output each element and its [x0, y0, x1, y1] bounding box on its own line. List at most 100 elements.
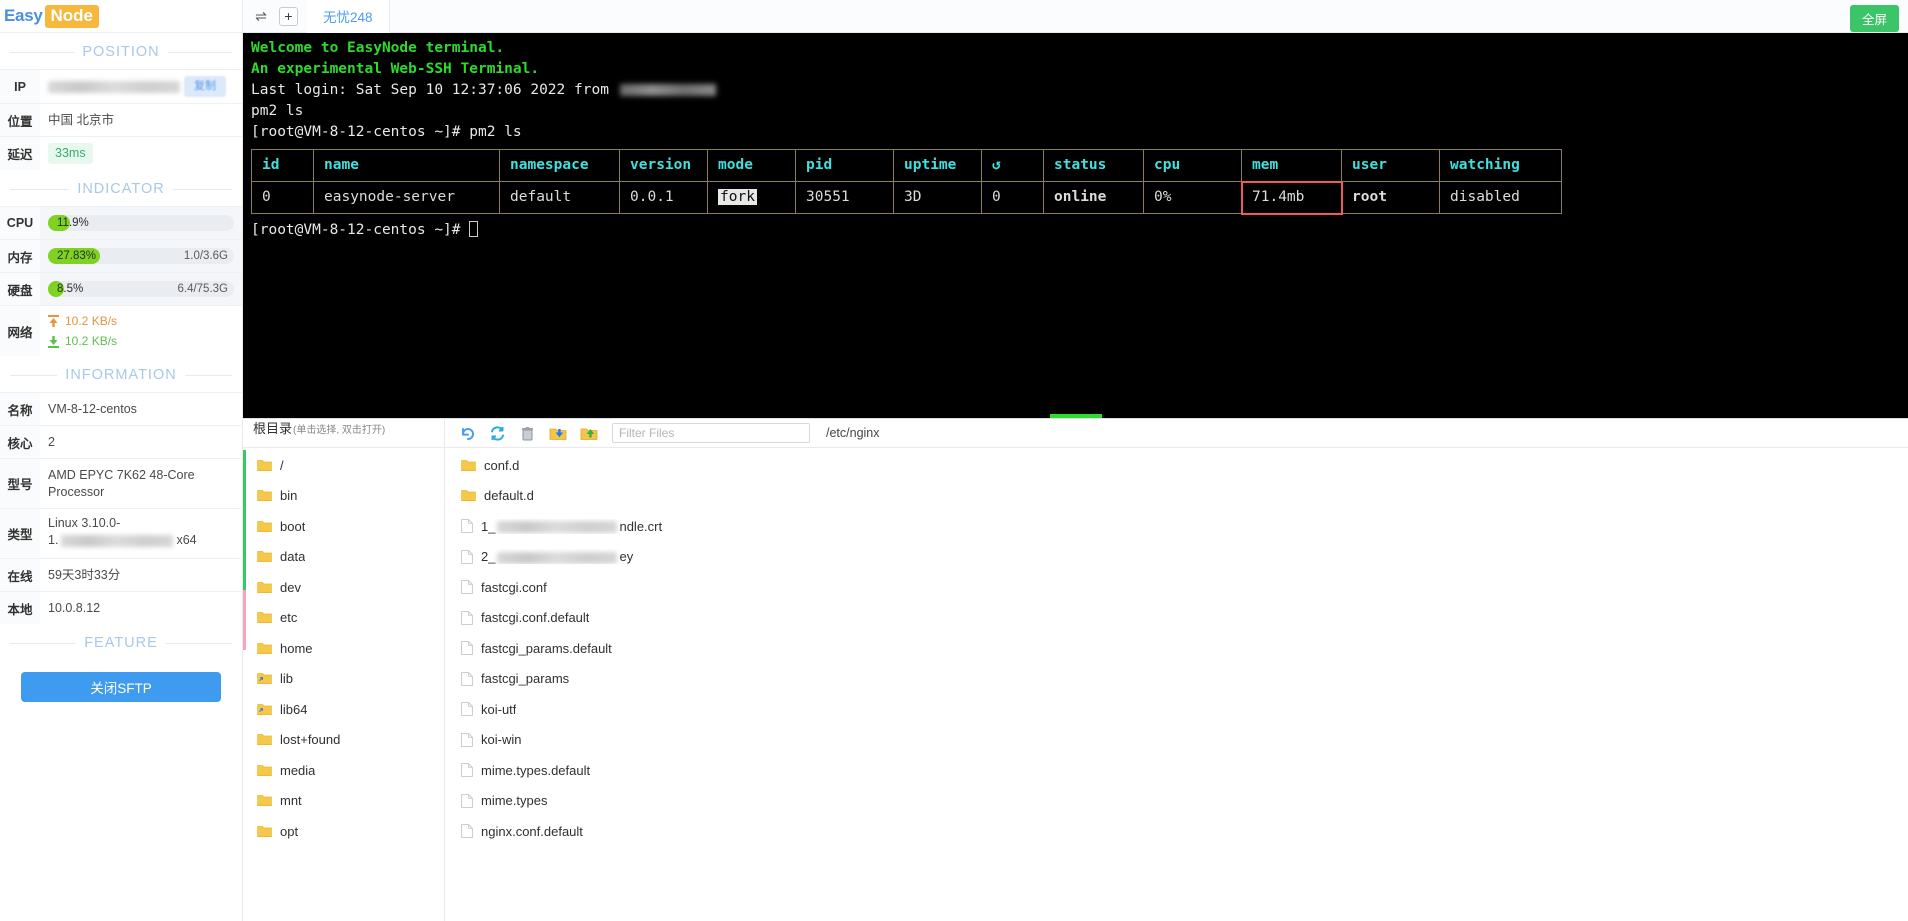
add-tab-button[interactable]: +: [279, 6, 298, 26]
terminal-output[interactable]: Welcome to EasyNode terminal. An experim…: [243, 33, 1908, 418]
file-list[interactable]: conf.d default.d 1_ ndle.crt 2_ ey fastcgi.con…: [445, 448, 1908, 921]
redacted-ip: [48, 80, 180, 93]
file-list-item[interactable]: 2_ ey: [445, 542, 1908, 573]
pm2-cell-namespace: default: [499, 181, 620, 214]
row-value: 中国 北京市: [48, 112, 114, 127]
file-list-item[interactable]: default.d: [445, 481, 1908, 512]
dirtree-item[interactable]: boot: [243, 511, 444, 542]
dirtree-item[interactable]: lost+found: [243, 725, 444, 756]
dirtree-item[interactable]: mnt: [243, 786, 444, 817]
directory-tree[interactable]: / bin boot data dev etc home lib lib64 lost+found…: [243, 448, 445, 921]
dirtree-item[interactable]: dev: [243, 572, 444, 603]
tab-wuyou248[interactable]: 无忧248: [307, 0, 390, 33]
section-label: FEATURE: [84, 635, 158, 651]
entry-label: dev: [280, 579, 301, 595]
entry-label: fastcgi_params.default: [481, 640, 612, 656]
divider-line: [172, 188, 233, 190]
file-list-item[interactable]: koi-win: [445, 725, 1908, 756]
entry-label: data: [280, 549, 306, 565]
dirtree-item[interactable]: media: [243, 755, 444, 786]
row-value: 复制: [40, 70, 242, 103]
file-list-item[interactable]: fastcgi.conf.default: [445, 603, 1908, 634]
entry-label: media: [280, 762, 316, 778]
disk-percent-label: 8.5%: [57, 282, 84, 295]
undo-icon[interactable]: [459, 425, 476, 442]
pm2-cell-pid: 30551: [795, 181, 894, 214]
dirtree-item[interactable]: lib64: [243, 694, 444, 725]
entry-label: opt: [280, 823, 299, 839]
os-type-suffix: x64: [176, 533, 197, 547]
pm2-th-id: id: [251, 149, 314, 182]
pm2-th-mem: mem: [1241, 149, 1342, 182]
sftp-toolbar: 根目录 (单击选择, 双击打开) Filter Files /etc/nginx: [243, 418, 1908, 448]
entry-label: 2_ ey: [481, 549, 634, 565]
pm2-cell-uptime: 3D: [893, 181, 982, 214]
download-icon[interactable]: [549, 425, 567, 442]
terminal-tabbar: ⇌ + 无忧248 全屏: [243, 0, 1908, 33]
upload-arrow-icon: [48, 314, 59, 327]
dirtree-item[interactable]: opt: [243, 816, 444, 847]
toggle-sftp-button[interactable]: 关闭SFTP: [21, 672, 221, 702]
folder-icon: [257, 520, 272, 532]
file-icon: [461, 732, 473, 747]
folder-icon: [257, 490, 272, 502]
row-ip: IP 复制: [0, 69, 242, 103]
redacted-filename: [497, 551, 618, 564]
copy-ip-button[interactable]: 复制: [184, 76, 226, 97]
folder-icon: [461, 459, 476, 471]
upload-icon[interactable]: [580, 425, 598, 442]
delete-icon[interactable]: [519, 425, 536, 442]
entry-label: koi-win: [481, 732, 522, 748]
file-list-item[interactable]: mime.types.default: [445, 755, 1908, 786]
section-label: POSITION: [82, 44, 160, 60]
dirtree-item[interactable]: lib: [243, 664, 444, 695]
latency-badge: 33ms: [48, 143, 93, 164]
section-title-information: INFORMATION: [0, 356, 242, 392]
sftp-body: / bin boot data dev etc home lib lib64 lost+found…: [243, 448, 1908, 921]
pm2-cell-version: 0.0.1: [619, 181, 708, 214]
row-latency: 延迟 33ms: [0, 136, 242, 170]
swap-icon[interactable]: ⇌: [252, 8, 270, 25]
file-list-item[interactable]: conf.d: [445, 450, 1908, 481]
divider-line: [10, 51, 75, 53]
row-label: 网络: [0, 306, 40, 356]
dirtree-item[interactable]: etc: [243, 603, 444, 634]
row-location: 位置 中国 北京市: [0, 103, 242, 136]
row-value: Linux 3.10.0- 1. x64: [40, 509, 242, 558]
dirtree-item[interactable]: home: [243, 633, 444, 664]
file-list-item[interactable]: fastcgi_params.default: [445, 633, 1908, 664]
file-list-item[interactable]: mime.types: [445, 786, 1908, 817]
row-network: 网络 10.2 KB/s 10.2 KB/s: [0, 305, 242, 356]
pm2-cell-restarts: 0: [981, 181, 1044, 214]
file-icon: [461, 824, 473, 839]
entry-label: boot: [280, 518, 306, 534]
entry-label: mime.types: [481, 793, 548, 809]
pm2-th-version: version: [619, 149, 708, 182]
dirtree-item[interactable]: /: [243, 450, 444, 481]
pm2-th-user: user: [1341, 149, 1440, 182]
row-memory: 内存 27.83% 1.0/3.6G: [0, 239, 242, 272]
pm2-table-row: 0 easynode-server default 0.0.1 fork 305…: [251, 180, 1562, 215]
file-list-item[interactable]: nginx.conf.default: [445, 816, 1908, 847]
entry-label: fastcgi.conf: [481, 579, 547, 595]
dirtree-item[interactable]: bin: [243, 481, 444, 512]
file-list-item[interactable]: fastcgi.conf: [445, 572, 1908, 603]
refresh-icon[interactable]: [489, 425, 506, 442]
file-list-item[interactable]: 1_ ndle.crt: [445, 511, 1908, 542]
file-list-item[interactable]: koi-utf: [445, 694, 1908, 725]
file-icon: [461, 702, 473, 717]
folder-link-icon: [257, 673, 272, 685]
pm2-cell-status: online: [1043, 181, 1144, 214]
fullscreen-button[interactable]: 全屏: [1849, 5, 1899, 32]
filter-files-input[interactable]: [612, 423, 810, 443]
entry-label: koi-utf: [481, 701, 517, 717]
dirtree-item[interactable]: data: [243, 542, 444, 573]
brand-easy-text: Easy: [4, 6, 43, 25]
current-path-label: /etc/nginx: [826, 426, 880, 440]
file-list-item[interactable]: fastcgi_params: [445, 664, 1908, 695]
file-icon: [461, 763, 473, 778]
file-icon: [461, 793, 473, 808]
file-icon: [461, 671, 473, 686]
row-label: 本地: [0, 592, 40, 624]
terminal-scroll-indicator[interactable]: [1049, 414, 1102, 418]
